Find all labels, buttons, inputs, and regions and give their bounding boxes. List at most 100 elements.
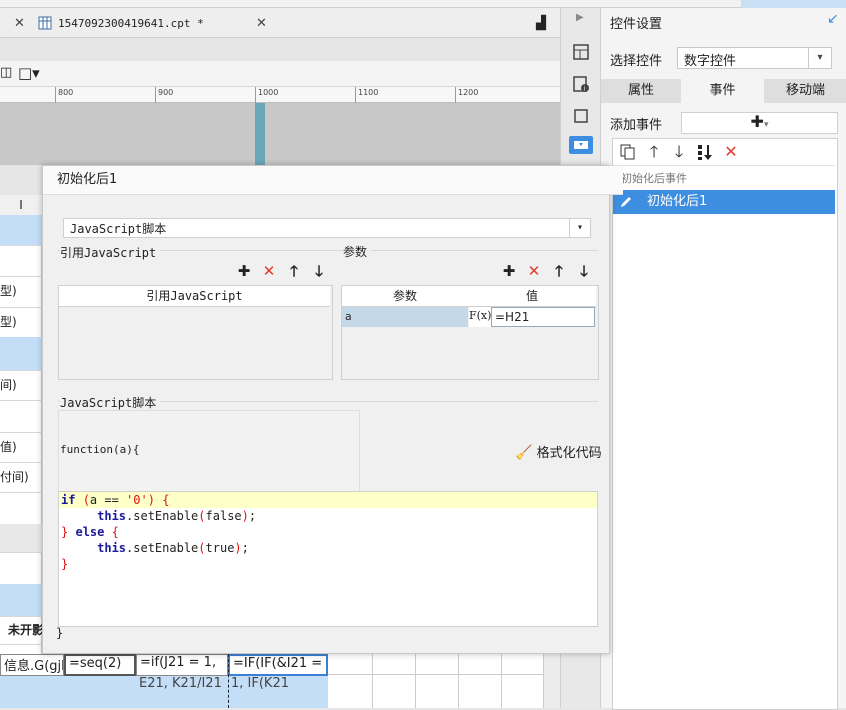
dialog-title: 初始化后1 [43,166,623,195]
canvas-area [0,103,560,165]
widget-settings-panel: 控件设置 ↙ 选择控件 数字控件 ▾ 属性 事件 移动端 添加事件 ✚▾ 🡑 🡓 … [600,8,846,710]
value-column-header: 值 [468,286,596,307]
sort-icon[interactable] [696,143,714,161]
copy-icon[interactable] [619,143,637,161]
sheet-cell[interactable]: 信息.G(gjbh [0,654,64,676]
close-tab-icon[interactable]: ✕ [256,16,267,31]
param-value-input[interactable]: =H21 [491,307,595,327]
sheet-row[interactable] [0,492,42,525]
add-event-label: 添加事件 [610,118,663,133]
ruler-tick: 1200 [458,88,479,97]
ruler-tick: 800 [58,88,74,97]
sheet-row[interactable] [0,400,42,433]
code-editor[interactable]: if (a == '0') { this.setEnable(false); }… [58,491,598,627]
function-signature: function(a){ [60,443,140,456]
sheet-cell-selected[interactable]: =IF(IF(&I21 = [228,654,328,676]
sheet-row[interactable] [0,552,42,585]
formula-fx-button[interactable]: F(x) [469,307,491,327]
code-line: if (a == '0') { [59,492,597,508]
sheet-cell[interactable]: 1, IF(K21 [228,676,328,694]
tab-filename[interactable]: 1547092300419641.cpt * [58,17,204,30]
delete-icon[interactable]: ✕ [722,143,740,161]
sheet-row[interactable]: 间) [0,370,42,401]
widget-settings-icon[interactable] [569,136,593,154]
function-closing-brace: } [56,626,64,640]
function-signature-box: function(a){ [58,410,360,492]
grid-line [328,674,560,675]
sheet-row[interactable] [0,584,42,617]
script-type-select[interactable]: JavaScript脚本 ▾ [63,218,591,238]
cell-properties-icon[interactable] [571,42,591,62]
move-up-icon[interactable]: 🡑 [645,143,663,161]
script-type-value: JavaScript脚本 [70,222,167,236]
chevron-down-icon: ▾ [763,120,769,130]
event-editor-dialog: 初始化后1 JavaScript脚本 ▾ 引用JavaScript 参数 ✚ ✕… [42,165,623,654]
sheet-cell[interactable]: =seq(2) [64,654,136,676]
delete-param-icon[interactable]: ✕ [526,263,542,279]
frame-dropdown-icon[interactable]: □▾ [18,64,40,82]
sheet-row[interactable] [0,245,42,277]
add-param-icon[interactable]: ✚ [501,263,517,279]
select-widget-label: 选择控件 [610,54,663,69]
code-line: } else { [61,525,119,539]
plus-icon: ✚ [750,112,764,131]
column-header: I [0,195,42,216]
cell-info-icon[interactable]: i [571,74,591,94]
chevron-down-icon[interactable]: ▾ [808,48,831,68]
sheet-row[interactable]: 值) [0,432,42,463]
sheet-cell[interactable]: E21, K21/I21 [136,676,228,694]
event-toolbar: 🡑 🡓 ✕ [613,139,835,166]
move-down-icon[interactable]: 🡓 [576,263,592,279]
sheet-cell[interactable]: =if(J21 = 1, [136,654,228,676]
tab-mobile[interactable]: 移动端 [764,79,846,103]
collapse-arrow-icon[interactable]: ↙ [827,11,839,27]
param-name-cell[interactable]: a [342,307,468,327]
ref-js-section-title: 引用JavaScript [60,244,161,261]
tab-events[interactable]: 事件 [681,79,765,103]
sheet-row[interactable] [0,524,42,553]
ref-js-table: 引用JavaScript [58,285,333,380]
tab-menu-icon[interactable]: ▟ [536,16,546,31]
move-up-icon[interactable]: 🡑 [286,263,302,279]
format-toolbar: ◫ □▾ [0,61,560,87]
move-up-icon[interactable]: 🡑 [551,263,567,279]
border-icon[interactable]: ◫ [0,65,12,80]
event-category-label: 初始化后事件 [621,172,687,185]
delete-ref-js-icon[interactable]: ✕ [261,263,277,279]
sheet-row[interactable]: 付间) [0,462,42,493]
add-event-button[interactable]: ✚▾ [681,112,838,134]
code-line: } [61,557,69,571]
widget-select[interactable]: 数字控件 ▾ [677,47,832,69]
document-tab-bar: ✕ 1547092300419641.cpt * ✕ ▟ [0,8,560,38]
params-table: 参数 值 a F(x) =H21 [341,285,599,380]
close-tab-icon[interactable]: ✕ [14,16,25,31]
horizontal-ruler: 800 900 1000 1100 1200 [0,87,560,103]
sheet-row[interactable] [0,215,42,246]
window-top-strip [0,0,846,8]
format-code-button[interactable]: 🧹 格式化代码 [515,442,602,461]
sheet-row[interactable]: 型) [0,276,42,308]
sheet-bottom-rows: 信息.G(gjbh =seq(2) =if(J21 = 1, =IF(IF(&I… [0,654,560,708]
panel-title: 控件设置 [610,17,663,32]
event-item-selected[interactable]: 初始化后1 [613,190,835,214]
sheet-row[interactable] [0,337,42,371]
vertical-scrollbar[interactable] [543,654,560,708]
sheet-row[interactable]: 型) [0,307,42,338]
event-list: 🡑 🡓 ✕ 初始化后事件 初始化后1 [612,138,838,710]
move-down-icon[interactable]: 🡓 [670,143,688,161]
ruler-tick: 1000 [258,88,279,97]
event-item-label: 初始化后1 [647,194,708,209]
fx-icon: F(x) [469,309,492,322]
frame-icon[interactable] [571,106,591,126]
move-down-icon[interactable]: 🡓 [311,263,327,279]
top-accent [741,0,846,8]
param-column-header: 参数 [342,286,469,307]
edit-pencil-icon[interactable] [618,194,634,210]
ref-js-column-header: 引用JavaScript [59,286,330,307]
expand-arrow-icon[interactable]: ▶ [576,12,584,23]
tab-properties[interactable]: 属性 [601,79,682,103]
add-ref-js-icon[interactable]: ✚ [236,263,252,279]
column-marker [255,103,265,165]
grid-line [415,654,416,708]
chevron-down-icon[interactable]: ▾ [569,219,590,237]
